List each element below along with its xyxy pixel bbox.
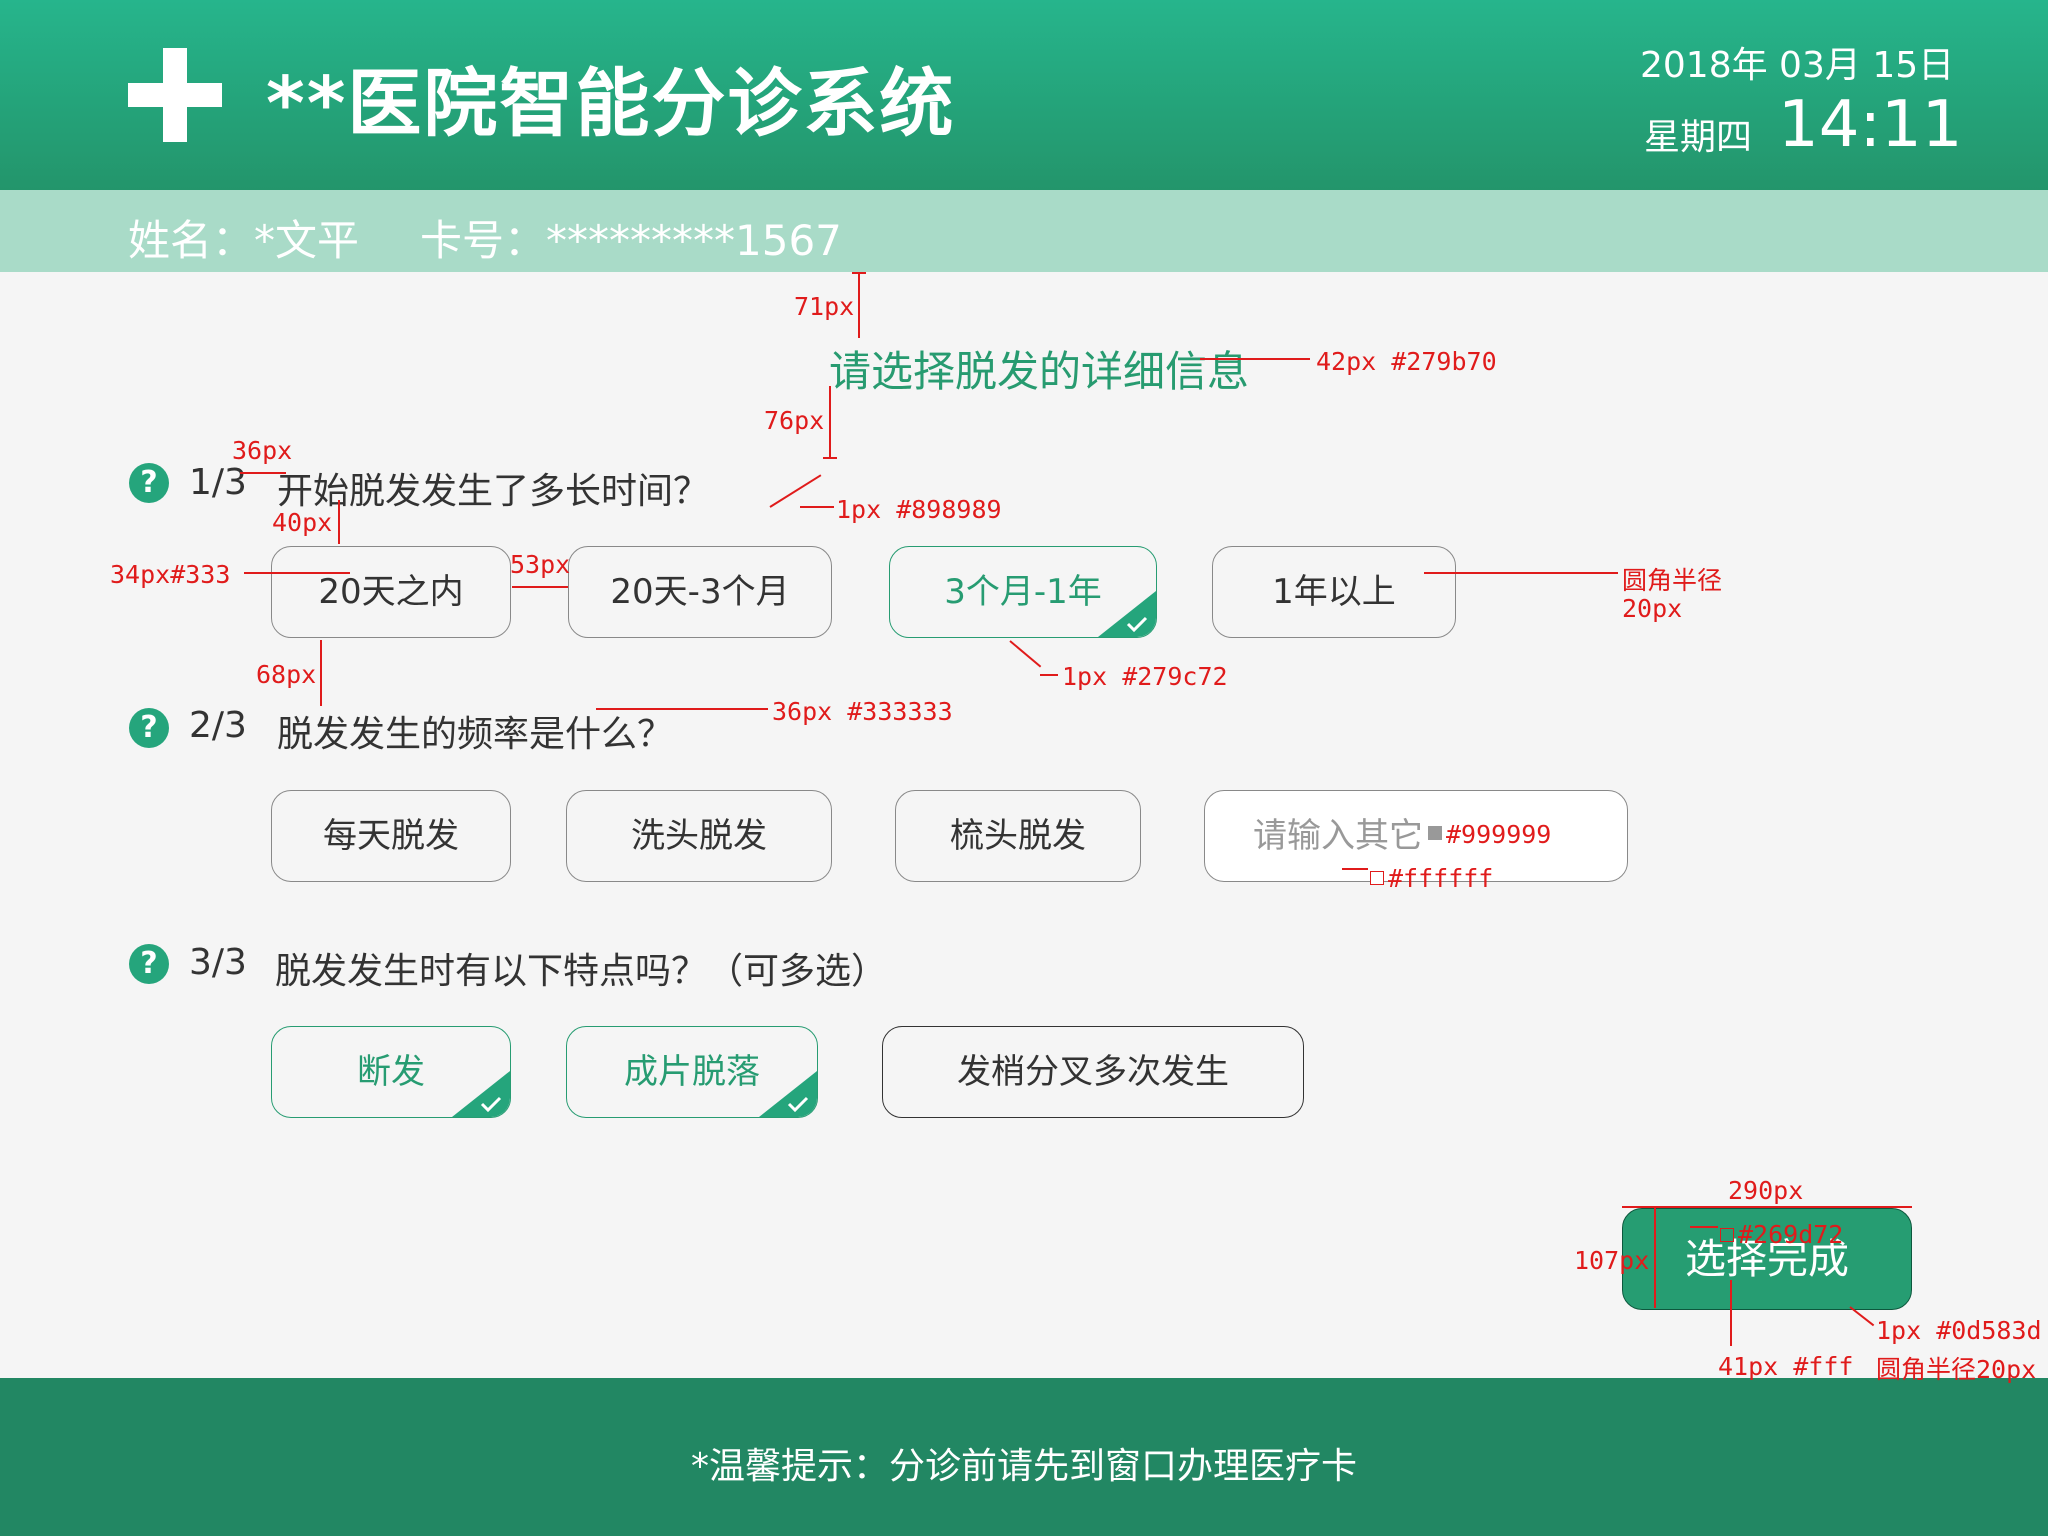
annotation-line	[1424, 572, 1618, 574]
annotation-title-font: 42px #279b70	[1316, 347, 1497, 376]
annotation-line	[1654, 1208, 1656, 1308]
annotation-width: 290px	[1728, 1176, 1804, 1205]
option-broken-hair[interactable]: 断发	[271, 1026, 511, 1118]
annotation-line	[320, 640, 322, 706]
annotation-submit-font: 41px #fff	[1718, 1352, 1854, 1381]
annotation-spacing: 53px	[510, 550, 571, 579]
color-swatch	[1720, 1228, 1734, 1242]
annotation-submit-radius: 圆角半径20px	[1876, 1355, 2037, 1384]
option-label: 每天脱发	[323, 816, 459, 856]
annotation-input-bg: #ffffff	[1388, 864, 1494, 893]
annotation-line	[823, 457, 837, 459]
option-label: 成片脱落	[624, 1052, 760, 1092]
option-label: 20天-3个月	[610, 572, 790, 612]
annotation-radius-value: 20px	[1622, 594, 1683, 623]
annotation-option-font: 34px#333	[110, 560, 231, 589]
patient-name: 姓名：*文平	[128, 216, 360, 265]
selected-check-icon	[759, 1071, 817, 1117]
option-label: 1年以上	[1272, 572, 1396, 612]
option-label: 断发	[357, 1052, 425, 1092]
selected-check-icon	[1098, 591, 1156, 637]
annotation-line	[1009, 640, 1042, 668]
question-number: 1/3	[189, 462, 247, 503]
header-weekday: 星期四	[1644, 117, 1753, 158]
option-label: 20天之内	[318, 572, 464, 612]
selected-check-icon	[452, 1071, 510, 1117]
annotation-line	[338, 500, 340, 544]
option-label: 洗头脱发	[631, 816, 767, 856]
header-date: 2018年 03月 15日	[1640, 45, 1955, 86]
question-help-icon: ?	[129, 463, 169, 503]
annotation-radius: 圆角半径	[1622, 566, 1723, 595]
annotation-spacing: 71px	[794, 292, 855, 321]
color-swatch	[1370, 871, 1384, 885]
option-label: 发梢分叉多次发生	[957, 1052, 1229, 1092]
annotation-placeholder-color: #999999	[1446, 820, 1552, 849]
annotation-line	[244, 572, 350, 574]
option-over-1year[interactable]: 1年以上	[1212, 546, 1456, 638]
footer-tip: *温馨提示：分诊前请先到窗口办理医疗卡	[690, 1446, 1357, 1487]
annotation-line	[240, 472, 286, 474]
option-washing-loss[interactable]: 洗头脱发	[566, 790, 832, 882]
annotation-submit-bg: #269d72	[1738, 1220, 1844, 1249]
question-help-icon: ?	[129, 708, 169, 748]
annotation-line	[769, 474, 822, 508]
annotation-line	[512, 586, 568, 588]
annotation-line	[858, 272, 860, 338]
page-title: 请选择脱发的详细信息	[829, 347, 1250, 396]
annotation-border: 1px #898989	[836, 495, 1002, 524]
question-number: 3/3	[189, 942, 247, 983]
question-text: 脱发发生的频率是什么？	[277, 714, 674, 755]
annotation-height: 107px	[1574, 1246, 1650, 1275]
annotation-line	[829, 386, 831, 458]
option-20days-3months[interactable]: 20天-3个月	[568, 546, 832, 638]
option-split-ends[interactable]: 发梢分叉多次发生	[882, 1026, 1304, 1118]
annotation-spacing: 76px	[764, 406, 825, 435]
annotation-spacing: 68px	[256, 660, 317, 689]
question-text: 开始脱发发生了多长时间？	[277, 471, 710, 512]
annotation-line	[1200, 358, 1310, 360]
annotation-line	[1622, 1206, 1912, 1208]
color-swatch	[1428, 826, 1442, 840]
annotation-question-font: 36px #333333	[772, 697, 953, 726]
option-daily-loss[interactable]: 每天脱发	[271, 790, 511, 882]
patient-card-number: 卡号：*********1567	[420, 216, 842, 265]
option-patchy-loss[interactable]: 成片脱落	[566, 1026, 818, 1118]
header-time: 14:11	[1778, 88, 1963, 162]
option-label: 梳头脱发	[950, 816, 1086, 856]
question-help-icon: ?	[129, 944, 169, 984]
question-number: 2/3	[189, 705, 247, 746]
app-title: **医院智能分诊系统	[266, 61, 956, 147]
annotation-spacing: 36px	[232, 436, 293, 465]
annotation-line	[1342, 868, 1368, 870]
annotation-line	[596, 708, 768, 710]
question-text: 脱发发生时有以下特点吗？（可多选）	[275, 951, 888, 992]
option-label: 3个月-1年	[944, 572, 1102, 612]
option-20days[interactable]: 20天之内	[271, 546, 511, 638]
annotation-line	[1040, 674, 1058, 676]
annotation-line	[852, 272, 866, 274]
annotation-selected-border: 1px #279c72	[1062, 662, 1228, 691]
annotation-line	[1730, 1280, 1732, 1346]
plus-cross-icon	[128, 48, 222, 142]
option-3months-1year[interactable]: 3个月-1年	[889, 546, 1157, 638]
annotation-spacing: 40px	[272, 508, 333, 537]
annotation-line	[1690, 1226, 1718, 1228]
annotation-submit-border: 1px #0d583d	[1876, 1316, 2042, 1345]
option-combing-loss[interactable]: 梳头脱发	[895, 790, 1141, 882]
annotation-line	[800, 506, 834, 508]
